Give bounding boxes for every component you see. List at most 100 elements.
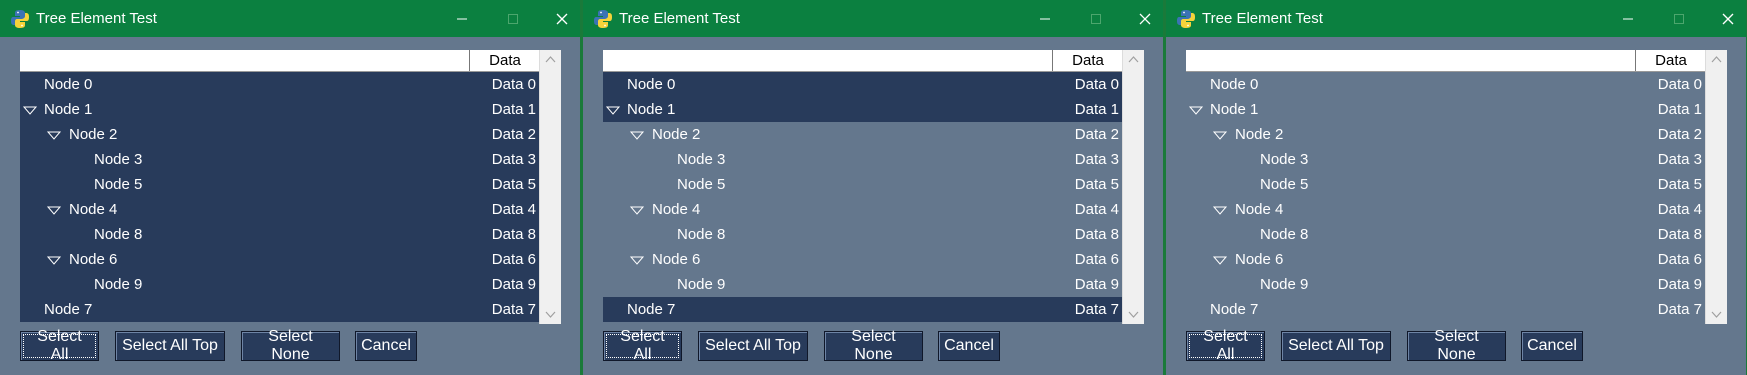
node-label: Node 7 (627, 301, 676, 318)
scroll-down-icon[interactable] (1128, 311, 1139, 318)
tree-row[interactable]: Node 3 Data 3 (1186, 147, 1706, 172)
tree-row[interactable]: Node 0 Data 0 (603, 72, 1123, 97)
scroll-up-icon[interactable] (545, 56, 556, 63)
close-button[interactable] (1713, 0, 1743, 37)
tree-column-header[interactable] (20, 50, 470, 71)
title-bar[interactable]: Tree Element Test (0, 0, 580, 37)
select-none-button[interactable]: Select None (241, 328, 340, 363)
minimize-button[interactable] (1613, 0, 1643, 37)
tree-row[interactable]: Node 9 Data 9 (603, 272, 1123, 297)
expanded-triangle-icon[interactable] (630, 131, 644, 141)
tree-row[interactable]: Node 8 Data 8 (1186, 222, 1706, 247)
node-data: Data 6 (1657, 251, 1702, 268)
cancel-button[interactable]: Cancel (355, 331, 417, 361)
tree-view[interactable]: Data Node 0 Data 0 Node 1 Data 1 Node 2 Dat… (20, 50, 561, 324)
maximize-button[interactable] (1081, 0, 1111, 37)
tree-row[interactable]: Node 9 Data 9 (20, 272, 540, 297)
node-data: Data 0 (491, 76, 536, 93)
expanded-triangle-icon[interactable] (1213, 206, 1227, 216)
tree-column-header[interactable] (1186, 50, 1636, 71)
tree-row[interactable]: Node 5 Data 5 (603, 172, 1123, 197)
tree-row[interactable]: Node 5 Data 5 (20, 172, 540, 197)
node-data: Data 0 (1074, 76, 1119, 93)
select-all-button[interactable]: Select All (1186, 328, 1265, 363)
tree-row[interactable]: Node 1 Data 1 (20, 97, 540, 122)
tree-header: Data (1186, 50, 1706, 72)
expanded-triangle-icon[interactable] (47, 131, 61, 141)
cancel-button[interactable]: Cancel (1521, 331, 1583, 361)
scroll-down-icon[interactable] (545, 311, 556, 318)
node-label: Node 5 (677, 176, 726, 193)
maximize-icon (1674, 13, 1684, 24)
tree-row[interactable]: Node 7 Data 7 (1186, 297, 1706, 322)
expanded-triangle-icon[interactable] (1213, 256, 1227, 266)
expanded-triangle-icon[interactable] (630, 206, 644, 216)
select-all-top-button[interactable]: Select All Top (115, 331, 225, 361)
select-all-button[interactable]: Select All (20, 328, 99, 363)
tree-row[interactable]: Node 2 Data 2 (603, 122, 1123, 147)
node-label: Node 2 (1235, 126, 1284, 143)
vertical-scrollbar[interactable] (1705, 50, 1727, 324)
tree-row[interactable]: Node 6 Data 6 (20, 247, 540, 272)
tree-row[interactable]: Node 6 Data 6 (603, 247, 1123, 272)
close-button[interactable] (1130, 0, 1160, 37)
expanded-triangle-icon[interactable] (606, 106, 620, 116)
tree-row[interactable]: Node 7 Data 7 (603, 297, 1123, 322)
tree-row[interactable]: Node 7 Data 7 (20, 297, 540, 322)
select-none-button[interactable]: Select None (1407, 328, 1506, 363)
expanded-triangle-icon[interactable] (23, 106, 37, 116)
data-column-header[interactable]: Data (1636, 50, 1706, 71)
maximize-icon (508, 13, 518, 24)
maximize-button[interactable] (1664, 0, 1694, 37)
select-all-top-button[interactable]: Select All Top (1281, 331, 1391, 361)
title-bar[interactable]: Tree Element Test (583, 0, 1163, 37)
scroll-up-icon[interactable] (1711, 56, 1722, 63)
node-data: Data 2 (491, 126, 536, 143)
vertical-scrollbar[interactable] (539, 50, 561, 324)
tree-view[interactable]: Data Node 0 Data 0 Node 1 Data 1 Node 2 Dat… (1186, 50, 1727, 324)
tree-row[interactable]: Node 1 Data 1 (603, 97, 1123, 122)
minimize-button[interactable] (447, 0, 477, 37)
tree-row[interactable]: Node 0 Data 0 (1186, 72, 1706, 97)
tree-row[interactable]: Node 3 Data 3 (20, 147, 540, 172)
data-column-header[interactable]: Data (1053, 50, 1123, 71)
node-label: Node 4 (69, 201, 118, 218)
tree-view[interactable]: Data Node 0 Data 0 Node 1 Data 1 Node 2 Dat… (603, 50, 1144, 324)
expanded-triangle-icon[interactable] (1213, 131, 1227, 141)
expanded-triangle-icon[interactable] (47, 256, 61, 266)
select-none-button[interactable]: Select None (824, 328, 923, 363)
select-all-top-button[interactable]: Select All Top (698, 331, 808, 361)
minimize-button[interactable] (1030, 0, 1060, 37)
tree-row[interactable]: Node 9 Data 9 (1186, 272, 1706, 297)
tree-column-header[interactable] (603, 50, 1053, 71)
tree-row[interactable]: Node 2 Data 2 (1186, 122, 1706, 147)
scroll-up-icon[interactable] (1128, 56, 1139, 63)
node-label: Node 6 (69, 251, 118, 268)
tree-row[interactable]: Node 8 Data 8 (20, 222, 540, 247)
expanded-triangle-icon[interactable] (47, 206, 61, 216)
data-column-header[interactable]: Data (470, 50, 540, 71)
vertical-scrollbar[interactable] (1122, 50, 1144, 324)
close-button[interactable] (547, 0, 577, 37)
tree-row[interactable]: Node 4 Data 4 (603, 197, 1123, 222)
tree-row[interactable]: Node 1 Data 1 (1186, 97, 1706, 122)
tree-row[interactable]: Node 4 Data 4 (20, 197, 540, 222)
maximize-button[interactable] (498, 0, 528, 37)
tree-row[interactable]: Node 4 Data 4 (1186, 197, 1706, 222)
tree-row[interactable]: Node 3 Data 3 (603, 147, 1123, 172)
tree-row[interactable]: Node 2 Data 2 (20, 122, 540, 147)
tree-row[interactable]: Node 6 Data 6 (1186, 247, 1706, 272)
window-none-selected: Tree Element Test Data Node 0 Data 0 Node… (1166, 0, 1746, 375)
title-bar[interactable]: Tree Element Test (1166, 0, 1746, 37)
scroll-down-icon[interactable] (1711, 311, 1722, 318)
expanded-triangle-icon[interactable] (630, 256, 644, 266)
expanded-triangle-icon[interactable] (1189, 106, 1203, 116)
select-all-button[interactable]: Select All (603, 328, 682, 363)
tree-row[interactable]: Node 8 Data 8 (603, 222, 1123, 247)
cancel-button[interactable]: Cancel (938, 331, 1000, 361)
node-data: Data 7 (1657, 301, 1702, 318)
tree-row[interactable]: Node 0 Data 0 (20, 72, 540, 97)
tree-row[interactable]: Node 5 Data 5 (1186, 172, 1706, 197)
window-title: Tree Element Test (1202, 10, 1323, 27)
node-label: Node 8 (677, 226, 726, 243)
